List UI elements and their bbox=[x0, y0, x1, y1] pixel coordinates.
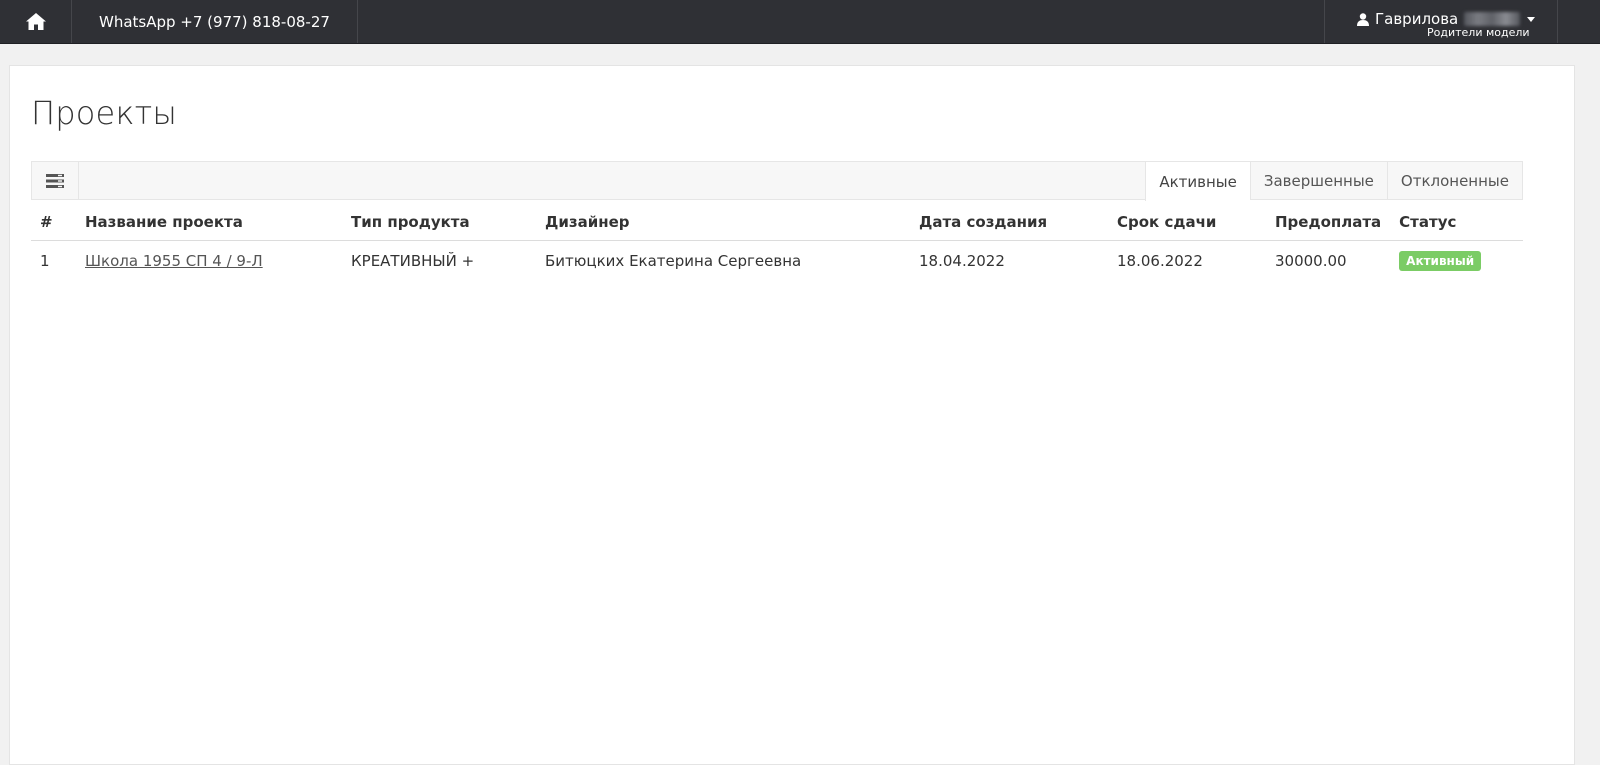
redacted-name-blur bbox=[1464, 12, 1521, 26]
column-header-created[interactable]: Дата создания bbox=[910, 203, 1108, 241]
cell-prepay: 30000.00 bbox=[1275, 252, 1347, 270]
column-header-name[interactable]: Название проекта bbox=[76, 203, 342, 241]
user-menu-dropdown[interactable]: Гаврилова Родители модели bbox=[1324, 0, 1558, 43]
cell-deadline: 18.06.2022 bbox=[1117, 252, 1203, 270]
navbar-spacer bbox=[358, 0, 1324, 43]
column-header-number[interactable]: # bbox=[31, 203, 76, 241]
whatsapp-link[interactable]: WhatsApp +7 (977) 818-08-27 bbox=[72, 0, 358, 43]
column-header-product[interactable]: Тип продукта bbox=[342, 203, 536, 241]
status-tabs: Активные Завершенные Отклоненные bbox=[1145, 162, 1522, 201]
home-icon bbox=[25, 13, 46, 30]
column-header-status[interactable]: Статус bbox=[1390, 203, 1523, 241]
column-settings-button[interactable] bbox=[32, 162, 79, 199]
home-button[interactable] bbox=[0, 0, 72, 43]
cell-status: Активный bbox=[1390, 241, 1523, 282]
cell-name: Школа 1955 СП 4 / 9-Л bbox=[76, 241, 342, 282]
cell-product: КРЕАТИВНЫЙ + bbox=[351, 252, 475, 270]
projects-toolbar: Активные Завершенные Отклоненные bbox=[31, 161, 1523, 201]
cell-number: 1 bbox=[40, 252, 50, 270]
cell-designer: Битюцких Екатерина Сергеевна bbox=[545, 252, 802, 270]
cell-created: 18.04.2022 bbox=[919, 252, 1005, 270]
whatsapp-phone-label: WhatsApp +7 (977) 818-08-27 bbox=[99, 12, 330, 31]
tab-rejected[interactable]: Отклоненные bbox=[1386, 162, 1522, 200]
list-settings-icon bbox=[46, 173, 64, 188]
user-role: Родители модели bbox=[1427, 26, 1530, 39]
tab-active[interactable]: Активные bbox=[1145, 162, 1250, 201]
chevron-down-icon bbox=[1527, 16, 1536, 22]
column-header-designer[interactable]: Дизайнер bbox=[536, 203, 910, 241]
table-header-row: # Название проекта Тип продукта Дизайнер… bbox=[31, 203, 1523, 241]
status-badge: Активный bbox=[1399, 251, 1482, 271]
page-title: Проекты bbox=[31, 94, 178, 132]
project-link[interactable]: Школа 1955 СП 4 / 9-Л bbox=[85, 252, 263, 270]
projects-panel: Проекты Активные Завершенные Отклоненные… bbox=[9, 65, 1575, 765]
column-header-deadline[interactable]: Срок сдачи bbox=[1108, 203, 1266, 241]
projects-table: # Название проекта Тип продукта Дизайнер… bbox=[31, 203, 1523, 281]
table-row: 1 Школа 1955 СП 4 / 9-Л КРЕАТИВНЫЙ + Бит… bbox=[31, 241, 1523, 282]
tab-completed[interactable]: Завершенные bbox=[1249, 162, 1387, 200]
column-header-prepay[interactable]: Предоплата bbox=[1266, 203, 1391, 241]
top-navbar: WhatsApp +7 (977) 818-08-27 Гаврилова Ро… bbox=[0, 0, 1600, 44]
user-icon bbox=[1357, 12, 1369, 26]
